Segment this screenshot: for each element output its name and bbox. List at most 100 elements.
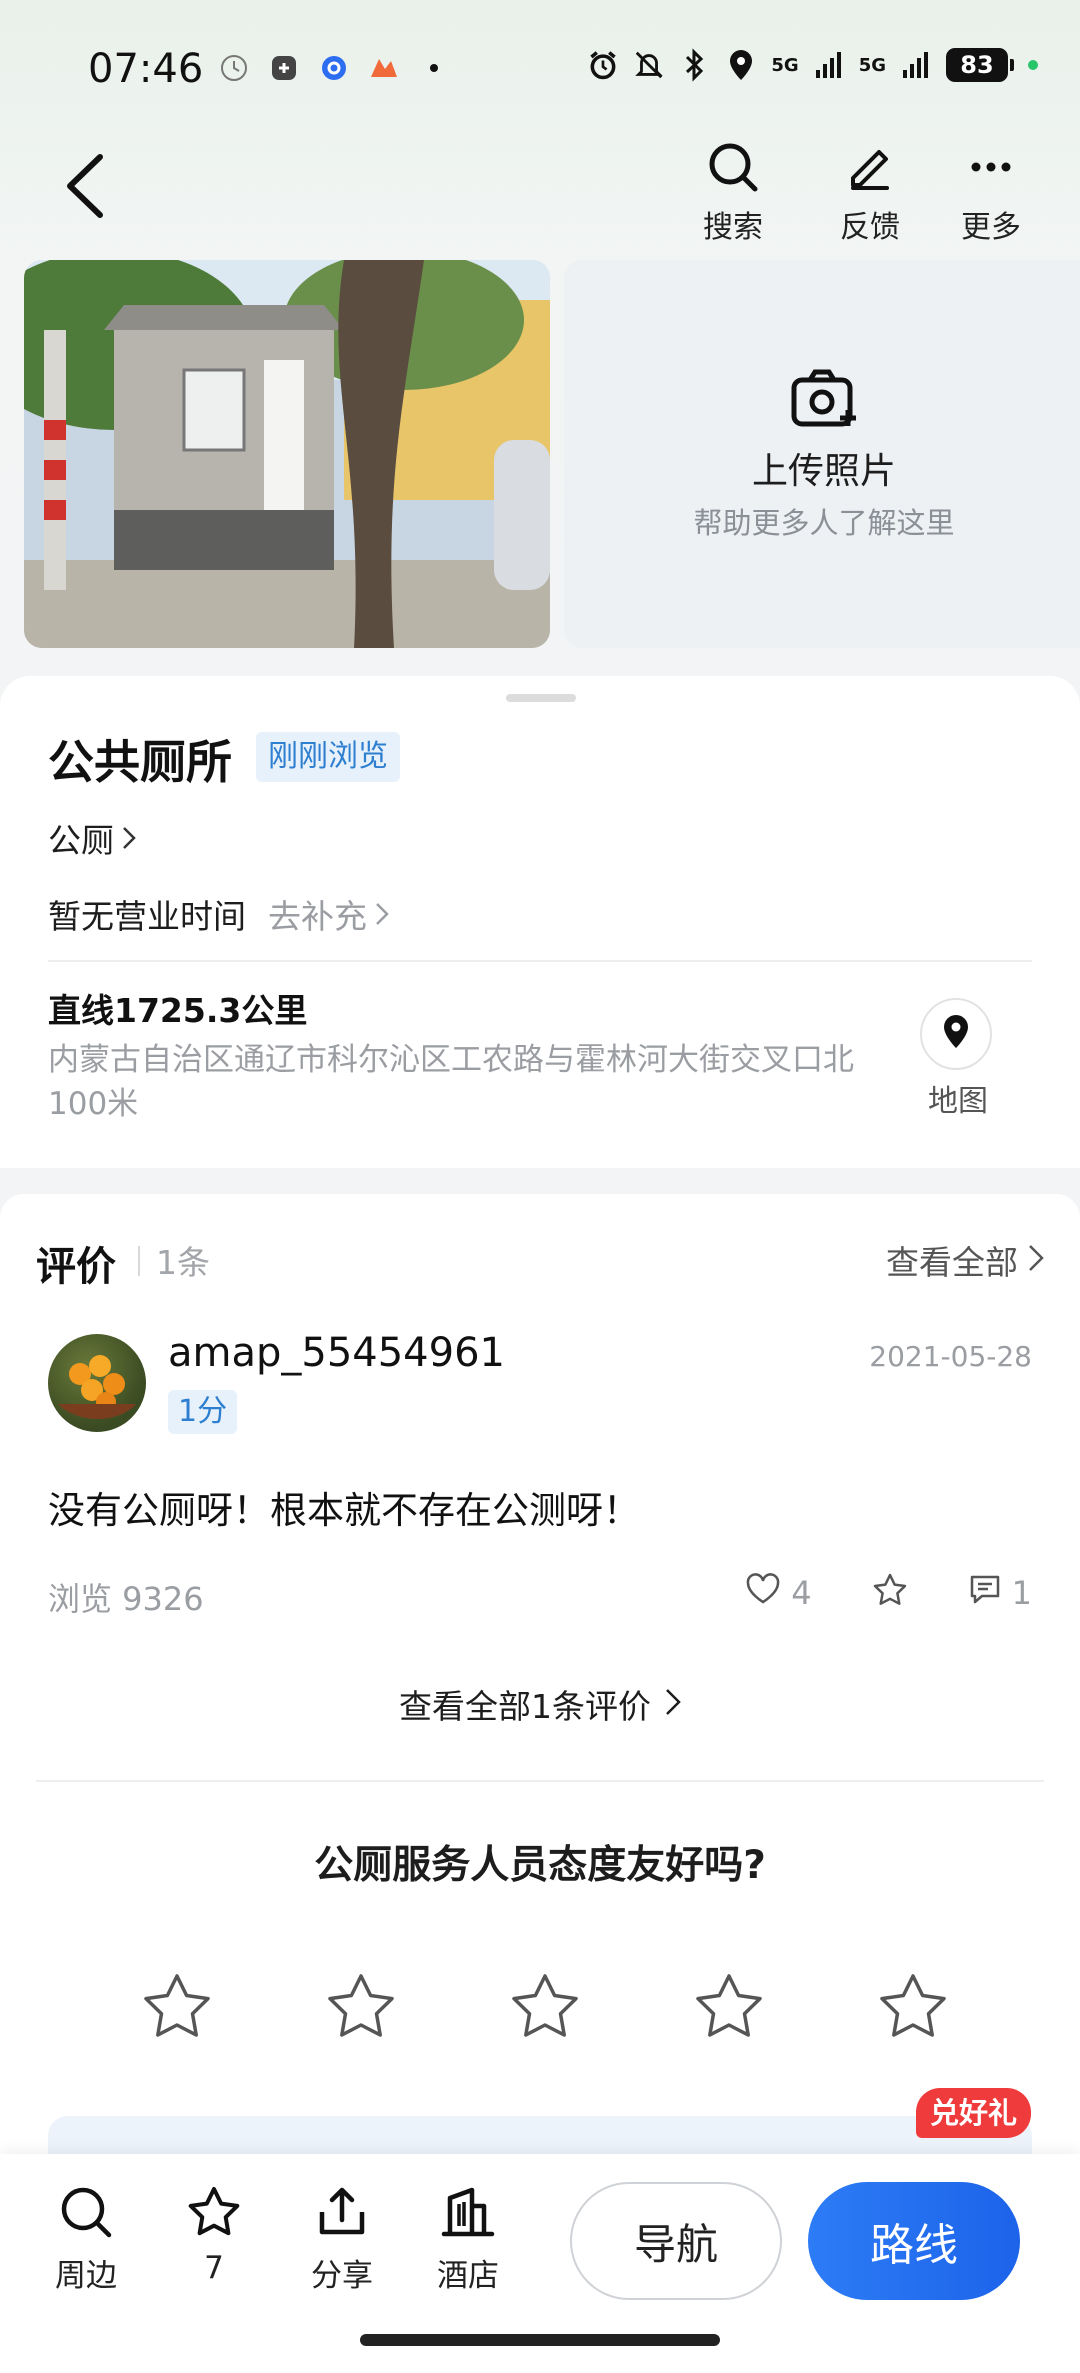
app-icon — [318, 52, 350, 84]
signal-bars-icon — [900, 49, 932, 81]
rating-star-3[interactable] — [508, 1970, 582, 2044]
camera-add-icon — [790, 368, 858, 432]
feedback-button[interactable]: 反馈 — [815, 140, 925, 245]
upload-photo-card[interactable]: 上传照片 帮助更多人了解这里 — [564, 260, 1080, 648]
search-icon — [706, 140, 760, 198]
drag-handle[interactable] — [506, 694, 576, 702]
feedback-label: 反馈 — [840, 210, 900, 245]
reviews-title: 评价 — [36, 1244, 116, 1290]
nearby-label: 周边 — [55, 2258, 117, 2294]
review-score-badge: 1分 — [168, 1390, 238, 1434]
signal-5g-1: 5G — [771, 54, 799, 76]
business-hours: 暂无营业时间 去补充 — [48, 890, 389, 938]
upload-title: 上传照片 — [751, 451, 896, 492]
back-button[interactable] — [62, 148, 118, 228]
comment-icon — [968, 1573, 1002, 1613]
status-right-icons: 5G 5G 83 — [587, 48, 1038, 82]
share-button[interactable]: 分享 — [292, 2184, 392, 2295]
hotel-label: 酒店 — [437, 2258, 499, 2294]
status-bar: 07:46 5G 5G 83 — [0, 0, 1080, 140]
mute-icon — [633, 49, 665, 81]
chevron-right-icon — [122, 819, 136, 858]
clock-icon — [218, 52, 250, 84]
recently-viewed-badge: 刚刚浏览 — [256, 732, 400, 782]
rating-star-5[interactable] — [876, 1970, 950, 2044]
search-button[interactable]: 搜索 — [678, 140, 788, 245]
star-icon — [186, 2184, 242, 2244]
app-icon — [268, 52, 300, 84]
hotel-button[interactable]: 酒店 — [418, 2184, 518, 2295]
divider — [48, 960, 1032, 962]
view-all-reviews-label: 查看全部1条评价 — [399, 1687, 651, 1726]
review-user-name[interactable]: amap_55454961 — [168, 1330, 505, 1376]
reviews-count: 1条 — [156, 1243, 210, 1282]
rating-star-1[interactable] — [140, 1970, 214, 2044]
like-button[interactable]: 4 — [745, 1573, 812, 1613]
signal-5g-2: 5G — [858, 54, 886, 76]
heart-icon — [745, 1573, 781, 1613]
chevron-right-icon — [665, 1685, 681, 1724]
category-label: 公厕 — [48, 821, 114, 860]
address: 内蒙古自治区通辽市科尔沁区工农路与霍林河大街交叉口北100米 — [48, 1042, 854, 1122]
comment-count: 1 — [1011, 1574, 1032, 1612]
favorites-count: 7 — [204, 2250, 224, 2286]
comment-button[interactable]: 1 — [968, 1573, 1032, 1613]
add-hours-link[interactable]: 去补充 — [268, 890, 389, 938]
hotel-icon — [440, 2184, 496, 2244]
location-icon — [725, 49, 757, 81]
nearby-button[interactable]: 周边 — [36, 2184, 136, 2295]
poi-category[interactable]: 公厕 — [48, 814, 136, 862]
review-actions: 4 1 — [745, 1572, 1032, 1614]
pencil-icon — [843, 140, 897, 198]
poi-photo[interactable] — [24, 260, 550, 648]
divider — [36, 1780, 1044, 1782]
hours-label: 暂无营业时间 — [48, 897, 246, 936]
review-date: 2021-05-28 — [869, 1340, 1032, 1373]
status-time: 07:46 — [88, 46, 204, 92]
signal-bars-icon — [813, 49, 845, 81]
distance: 直线1725.3公里 — [48, 991, 308, 1030]
like-count: 4 — [791, 1574, 812, 1612]
gift-badge[interactable]: 兑好礼 — [916, 2088, 1032, 2138]
bluetooth-icon — [679, 48, 711, 82]
map-pin-icon — [942, 1014, 970, 1054]
poi-info-card: 公共厕所 刚刚浏览 公厕 暂无营业时间 去补充 直线1725.3公里 内蒙古自治… — [0, 676, 1080, 1168]
alarm-icon — [587, 49, 619, 81]
app-icon — [368, 52, 400, 84]
view-all-reviews-link[interactable]: 查看全部1条评价 — [0, 1680, 1080, 1728]
poi-title: 公共厕所 — [48, 735, 232, 789]
search-label: 搜索 — [703, 210, 763, 245]
search-icon — [58, 2184, 114, 2244]
privacy-dot — [1028, 60, 1038, 70]
review-views: 浏览 9326 — [48, 1580, 204, 1618]
more-button[interactable]: 更多 — [936, 140, 1046, 245]
map-button[interactable] — [920, 998, 992, 1070]
toilet-building-photo — [24, 260, 550, 648]
review-text[interactable]: 没有公厕呀！根本就不存在公测呀！ — [48, 1480, 640, 1534]
rating-star-4[interactable] — [692, 1970, 766, 2044]
battery-level: 83 — [946, 48, 1008, 82]
map-label[interactable]: 地图 — [918, 1076, 998, 1120]
add-hours-label: 去补充 — [268, 897, 367, 936]
home-indicator[interactable] — [360, 2334, 720, 2346]
view-all-label: 查看全部 — [886, 1243, 1018, 1282]
chevron-right-icon — [375, 895, 389, 934]
battery-tip — [1010, 59, 1014, 71]
divider — [138, 1246, 140, 1276]
more-label: 更多 — [961, 210, 1021, 245]
rating-stars — [140, 1970, 950, 2044]
route-button[interactable]: 路线 — [808, 2182, 1020, 2300]
rating-star-2[interactable] — [324, 1970, 398, 2044]
upload-subtitle: 帮助更多人了解这里 — [693, 506, 955, 540]
back-chevron-icon — [62, 151, 106, 225]
star-outline-icon — [873, 1573, 906, 1605]
avatar[interactable] — [48, 1334, 146, 1432]
share-label: 分享 — [311, 2258, 373, 2294]
navigate-button[interactable]: 导航 — [570, 2182, 782, 2300]
rating-question: 公厕服务人员态度友好吗? — [314, 1843, 766, 1888]
favorites-button[interactable]: 7 — [164, 2184, 264, 2286]
view-all-link[interactable]: 查看全部 — [886, 1236, 1044, 1284]
more-dots-icon — [964, 140, 1018, 198]
status-left-icons — [218, 52, 450, 84]
favorite-button[interactable] — [872, 1572, 908, 1614]
